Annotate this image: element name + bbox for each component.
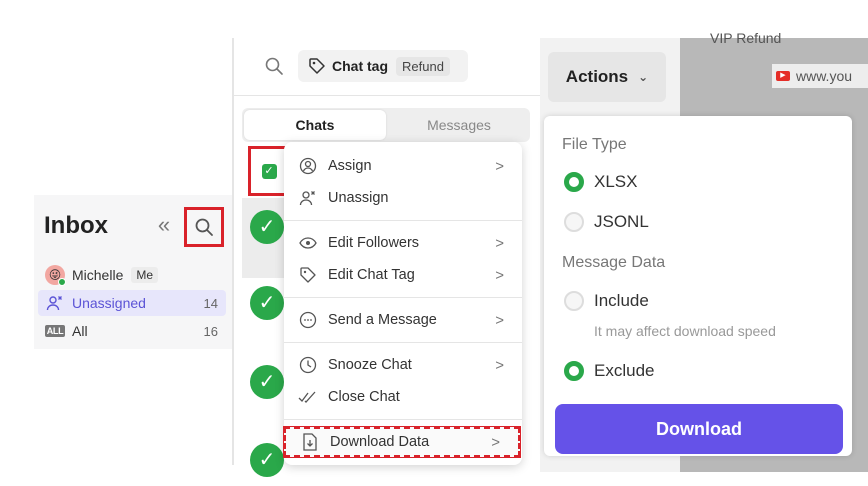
file-type-title: File Type	[562, 136, 627, 153]
menu-item-assign[interactable]: Assign >	[284, 151, 522, 181]
inbox-item-label: Michelle	[72, 267, 124, 283]
unassign-user-icon	[298, 189, 318, 207]
menu-divider	[284, 419, 522, 420]
tab-messages[interactable]: Messages	[388, 108, 530, 142]
menu-item-label: Snooze Chat	[328, 357, 412, 373]
message-data-title: Message Data	[562, 254, 666, 271]
menu-item-label: Close Chat	[328, 389, 400, 405]
chevron-right-icon: >	[491, 433, 500, 451]
unassigned-user-icon	[44, 294, 66, 312]
chat-tag-filter[interactable]: Chat tag Refund	[298, 50, 468, 82]
menu-item-edit-followers[interactable]: Edit Followers >	[284, 228, 522, 258]
menu-item-label: Send a Message	[328, 312, 437, 328]
bulk-actions-menu: Assign > Unassign Edit Followers > Edit …	[283, 142, 522, 465]
radio-label: JSONL	[594, 212, 649, 231]
radio-unselected-icon	[564, 291, 584, 311]
actions-button[interactable]: Actions ⌄	[548, 52, 666, 102]
menu-item-label: Edit Followers	[328, 235, 420, 251]
chat-selected-check-icon[interactable]: ✓	[250, 210, 284, 244]
menu-divider	[284, 297, 522, 298]
all-icon: ALL	[44, 325, 66, 337]
download-options-popup: File Type XLSX JSONL Message Data Includ…	[544, 116, 852, 456]
chat-selected-check-icon[interactable]: ✓	[250, 443, 284, 477]
inbox-title: Inbox	[44, 212, 108, 239]
chevron-right-icon: >	[495, 311, 504, 329]
inbox-item-label: All	[72, 323, 88, 339]
chevron-right-icon: >	[495, 356, 504, 374]
collapse-sidebar-icon[interactable]: «	[154, 214, 174, 236]
inbox-item-all[interactable]: ALL All 16	[38, 318, 226, 344]
background-link: ▶ www.you	[772, 64, 868, 88]
search-icon	[265, 57, 283, 75]
checkmark-icon: ✓	[261, 163, 277, 179]
actions-button-label: Actions	[565, 67, 629, 86]
inbox-search-button[interactable]	[184, 207, 224, 247]
menu-item-edit-chat-tag[interactable]: Edit Chat Tag >	[284, 260, 522, 290]
chat-search-button[interactable]	[264, 56, 284, 81]
menu-item-label: Edit Chat Tag	[328, 267, 415, 283]
menu-divider	[284, 342, 522, 343]
chat-tag-value: Refund	[396, 56, 450, 76]
inbox-item-unassigned[interactable]: Unassigned 14	[38, 290, 226, 316]
chevron-down-icon: ⌄	[638, 70, 649, 84]
menu-item-label: Assign	[328, 158, 372, 174]
radio-label: Exclude	[594, 361, 655, 380]
chat-bubble-icon	[298, 311, 318, 329]
avatar: 😜	[44, 265, 66, 286]
menu-item-snooze-chat[interactable]: Snooze Chat >	[284, 350, 522, 380]
background-link-text: www.you	[796, 68, 853, 84]
menu-item-label: Unassign	[328, 190, 389, 206]
include-hint: It may affect download speed	[594, 323, 776, 339]
radio-label: Include	[594, 291, 649, 310]
user-circle-icon	[298, 157, 318, 175]
radio-include[interactable]: Include	[564, 291, 649, 311]
menu-item-download-data[interactable]: Download Data >	[283, 426, 521, 458]
radio-exclude[interactable]: Exclude	[564, 361, 654, 381]
file-download-icon	[300, 433, 320, 451]
background-tags: VIP Refund	[710, 30, 782, 46]
chevron-right-icon: >	[495, 157, 504, 175]
inbox-item-count: 16	[203, 323, 218, 339]
tag-icon	[298, 266, 318, 284]
chevron-right-icon: >	[495, 234, 504, 252]
radio-selected-icon	[564, 361, 584, 381]
menu-item-send-message[interactable]: Send a Message >	[284, 305, 522, 335]
search-icon	[195, 218, 213, 236]
inbox-panel: Inbox « 😜 Michelle Me Unassigned 14 ALL …	[34, 195, 232, 349]
eye-icon	[298, 234, 318, 252]
double-check-icon	[298, 388, 318, 406]
inbox-item-michelle[interactable]: 😜 Michelle Me	[38, 262, 226, 288]
me-badge: Me	[131, 267, 159, 283]
menu-item-label: Download Data	[330, 434, 430, 450]
inbox-item-count: 14	[203, 295, 218, 311]
tab-chats[interactable]: Chats	[244, 110, 386, 140]
menu-item-unassign[interactable]: Unassign	[284, 183, 522, 213]
youtube-icon: ▶	[776, 71, 790, 81]
divider	[234, 95, 542, 96]
clock-icon	[298, 356, 318, 374]
menu-item-close-chat[interactable]: Close Chat	[284, 382, 522, 412]
chat-tabs: Chats Messages	[242, 108, 530, 142]
chat-selected-check-icon[interactable]: ✓	[250, 286, 284, 320]
inbox-item-label: Unassigned	[72, 295, 146, 311]
radio-jsonl[interactable]: JSONL	[564, 212, 649, 232]
radio-selected-icon	[564, 172, 584, 192]
chat-tag-label: Chat tag	[332, 58, 388, 74]
actions-panel: VIP Refund ▶ www.you Actions ⌄ File Type…	[540, 30, 868, 472]
menu-divider	[284, 220, 522, 221]
radio-label: XLSX	[594, 172, 638, 191]
radio-xlsx[interactable]: XLSX	[564, 172, 637, 192]
tag-icon	[309, 58, 325, 74]
chat-selected-check-icon[interactable]: ✓	[250, 365, 284, 399]
download-button[interactable]: Download	[555, 404, 843, 454]
radio-unselected-icon	[564, 212, 584, 232]
chevron-right-icon: >	[495, 266, 504, 284]
